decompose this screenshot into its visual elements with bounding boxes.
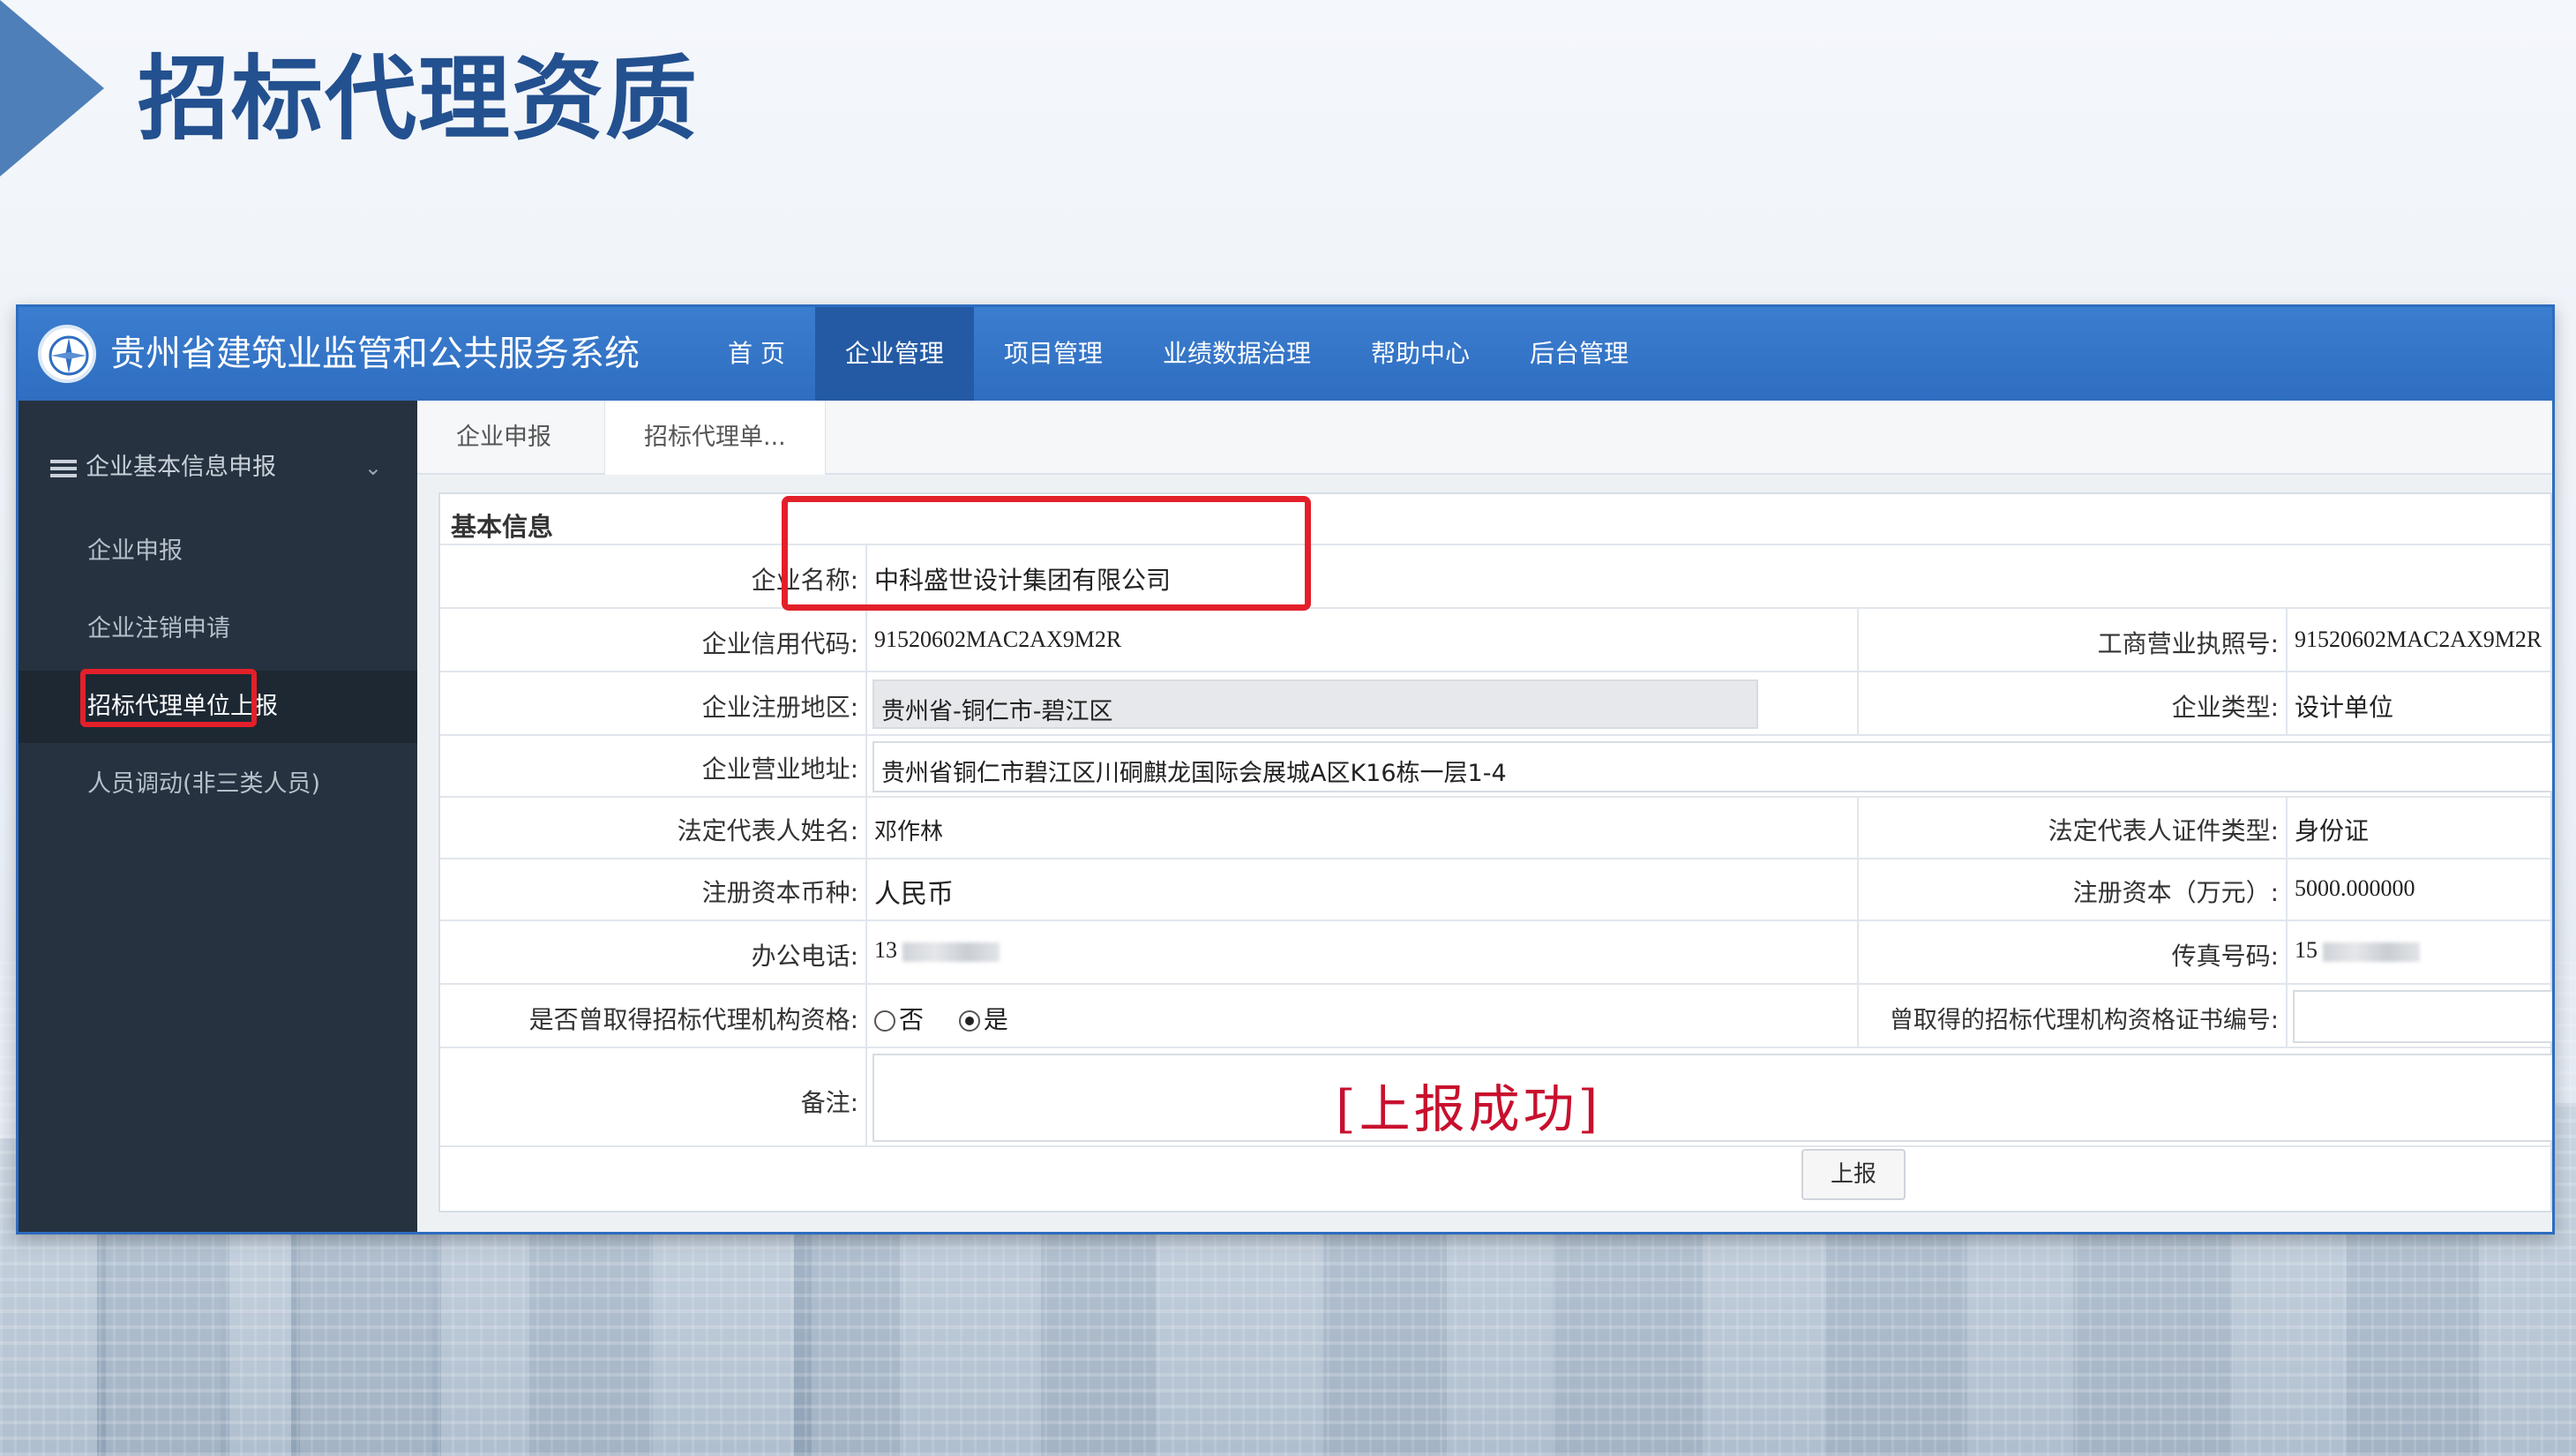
system-logo-icon	[38, 325, 96, 383]
cert-no-input[interactable]	[2293, 990, 2552, 1043]
address-field[interactable]: 贵州省铜仁市碧江区川硐麒龙国际会展城A区K16栋一层1-4	[872, 741, 2552, 792]
fax-redacted	[2323, 942, 2420, 963]
credit-code-value: 91520602MAC2AX9M2R	[874, 627, 1122, 652]
phone-label: 办公电话:	[751, 942, 858, 971]
remark-label: 备注:	[800, 1088, 858, 1117]
tab-agency-report[interactable]: 招标代理单...	[604, 401, 826, 475]
company-name-highlight-box	[782, 496, 1311, 611]
tab-bar: 企业申报 招标代理单...	[417, 401, 2552, 475]
chevron-down-icon: ⌄	[363, 455, 382, 480]
radio-no[interactable]	[874, 1010, 895, 1032]
row-address: 企业营业地址: 贵州省铜仁市碧江区川硐麒龙国际会展城A区K16栋一层1-4	[440, 734, 2552, 796]
row-company-name: 企业名称: 中科盛世设计集团有限公司	[440, 544, 2550, 607]
nav-home[interactable]: 首 页	[698, 307, 815, 401]
fax-label: 传真号码:	[2171, 942, 2279, 971]
row-qualification: 是否曾取得招标代理机构资格: 否 是 曾取得的招标代理机构资格证书编号:	[440, 983, 2552, 1047]
section-title: 基本信息	[451, 512, 554, 542]
region-label: 企业注册地区:	[701, 693, 858, 722]
company-type-value: 设计单位	[2295, 693, 2394, 722]
menu-icon	[50, 460, 77, 477]
system-title: 贵州省建筑业监管和公共服务系统	[110, 334, 640, 374]
submit-button[interactable]: 上报	[1801, 1149, 1906, 1200]
nav-project-management[interactable]: 项目管理	[974, 307, 1133, 401]
main-nav: 首 页 企业管理 项目管理 业绩数据治理 帮助中心 后台管理	[698, 307, 1659, 401]
app-window: 贵州省建筑业监管和公共服务系统 首 页 企业管理 项目管理 业绩数据治理 帮助中…	[16, 304, 2555, 1235]
phone-redacted	[902, 942, 1000, 963]
capital-value: 5000.000000	[2295, 875, 2415, 901]
row-divider	[440, 1145, 2550, 1147]
fax-value: 15	[2295, 937, 2420, 964]
capital-label: 注册资本（万元）:	[2072, 878, 2279, 907]
sidebar-group-label: 企业基本信息申报	[86, 454, 276, 481]
currency-value: 人民币	[874, 880, 954, 909]
radio-yes[interactable]	[958, 1010, 980, 1032]
success-annotation: [上报成功]	[1336, 1079, 1602, 1139]
radio-no-label: 否	[899, 1005, 925, 1034]
remark-textarea[interactable]	[872, 1054, 2552, 1142]
nav-enterprise-management[interactable]: 企业管理	[814, 307, 974, 401]
region-value: 贵州省-铜仁市-碧江区	[881, 698, 1113, 725]
cert-no-label: 曾取得的招标代理机构资格证书编号:	[1889, 1007, 2279, 1034]
title-arrow-decoration	[0, 0, 104, 176]
license-no-label: 工商营业执照号:	[2097, 629, 2279, 658]
sidebar-item-staff-transfer[interactable]: 人员调动(非三类人员)	[19, 748, 417, 821]
sidebar: 企业基本信息申报 ⌄ 企业申报 企业注销申请 招标代理单位上报 人员调动(非三类…	[19, 401, 417, 1232]
nav-help-center[interactable]: 帮助中心	[1341, 307, 1500, 401]
id-type-label: 法定代表人证件类型:	[2048, 816, 2279, 845]
region-field[interactable]: 贵州省-铜仁市-碧江区	[872, 679, 1758, 729]
currency-label: 注册资本币种:	[701, 878, 858, 907]
credit-code-label: 企业信用代码:	[701, 629, 858, 658]
fax-prefix: 15	[2295, 937, 2318, 963]
sidebar-group-enterprise-info[interactable]: 企业基本信息申报 ⌄	[19, 436, 417, 499]
legal-rep-label: 法定代表人姓名:	[677, 816, 858, 845]
company-type-label: 企业类型:	[2171, 693, 2279, 722]
phone-value: 13	[874, 937, 1000, 964]
id-type-value: 身份证	[2295, 816, 2370, 845]
qualified-label: 是否曾取得招标代理机构资格:	[528, 1005, 858, 1034]
row-legal-rep: 法定代表人姓名: 邓作林 法定代表人证件类型: 身份证	[440, 796, 2550, 858]
slide-title: 招标代理资质	[138, 45, 700, 153]
row-region: 企业注册地区: 贵州省-铜仁市-碧江区 企业类型: 设计单位	[440, 671, 2550, 734]
row-credit-code: 企业信用代码: 91520602MAC2AX9M2R 工商营业执照号: 9152…	[440, 607, 2550, 671]
top-navbar: 贵州省建筑业监管和公共服务系统 首 页 企业管理 项目管理 业绩数据治理 帮助中…	[19, 307, 2552, 401]
address-value: 贵州省铜仁市碧江区川硐麒龙国际会展城A区K16栋一层1-4	[881, 760, 1507, 787]
legal-rep-value: 邓作林	[874, 819, 944, 844]
address-label: 企业营业地址:	[701, 754, 858, 784]
phone-prefix: 13	[874, 937, 897, 963]
qualified-radio-group: 否 是	[874, 1001, 1008, 1036]
tab-enterprise-report[interactable]: 企业申报	[417, 401, 590, 475]
sidebar-item-enterprise-cancel[interactable]: 企业注销申请	[19, 593, 417, 665]
nav-admin[interactable]: 后台管理	[1500, 307, 1659, 401]
row-phone: 办公电话: 13 传真号码: 15	[440, 919, 2550, 983]
license-no-value: 91520602MAC2AX9M2R	[2295, 627, 2542, 652]
radio-yes-label: 是	[983, 1005, 1008, 1034]
sidebar-highlight-box	[80, 669, 257, 727]
nav-performance-data[interactable]: 业绩数据治理	[1133, 307, 1341, 401]
row-capital: 注册资本币种: 人民币 注册资本（万元）: 5000.000000	[440, 858, 2550, 919]
sidebar-item-enterprise-report[interactable]: 企业申报	[19, 515, 417, 588]
